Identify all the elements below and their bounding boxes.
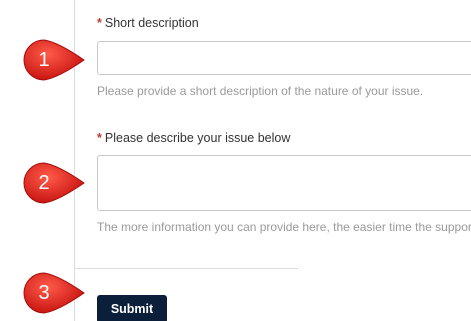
short-description-label-text: Short description	[104, 16, 199, 30]
short-description-help: Please provide a short description of th…	[97, 84, 424, 98]
support-form-page: * Short description Please provide a shor…	[0, 0, 471, 321]
issue-description-label: * Please describe your issue below	[97, 131, 290, 145]
submit-button[interactable]: Submit	[97, 295, 167, 321]
callout-marker-1: 1	[22, 38, 86, 82]
form-divider	[75, 268, 298, 269]
callout-marker-2: 2	[22, 161, 86, 205]
issue-description-label-text: Please describe your issue below	[104, 131, 291, 145]
callout-number: 3	[38, 282, 50, 304]
issue-description-help: The more information you can provide her…	[97, 220, 471, 234]
callout-number: 1	[38, 49, 50, 71]
issue-description-textarea[interactable]	[97, 155, 471, 211]
required-asterisk: *	[97, 131, 102, 145]
callout-marker-3: 3	[22, 271, 86, 315]
short-description-label: * Short description	[97, 16, 199, 30]
short-description-input[interactable]	[97, 41, 471, 75]
required-asterisk: *	[97, 16, 102, 30]
callout-number: 2	[38, 172, 50, 194]
